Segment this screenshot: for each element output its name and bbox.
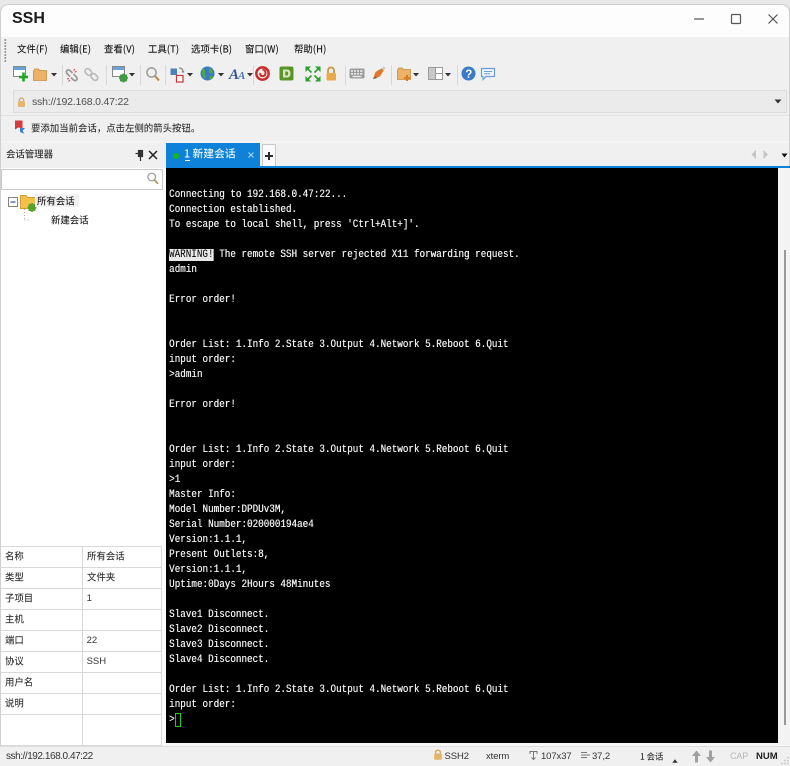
svg-text:A: A bbox=[237, 70, 245, 82]
svg-text:?: ? bbox=[465, 69, 472, 81]
